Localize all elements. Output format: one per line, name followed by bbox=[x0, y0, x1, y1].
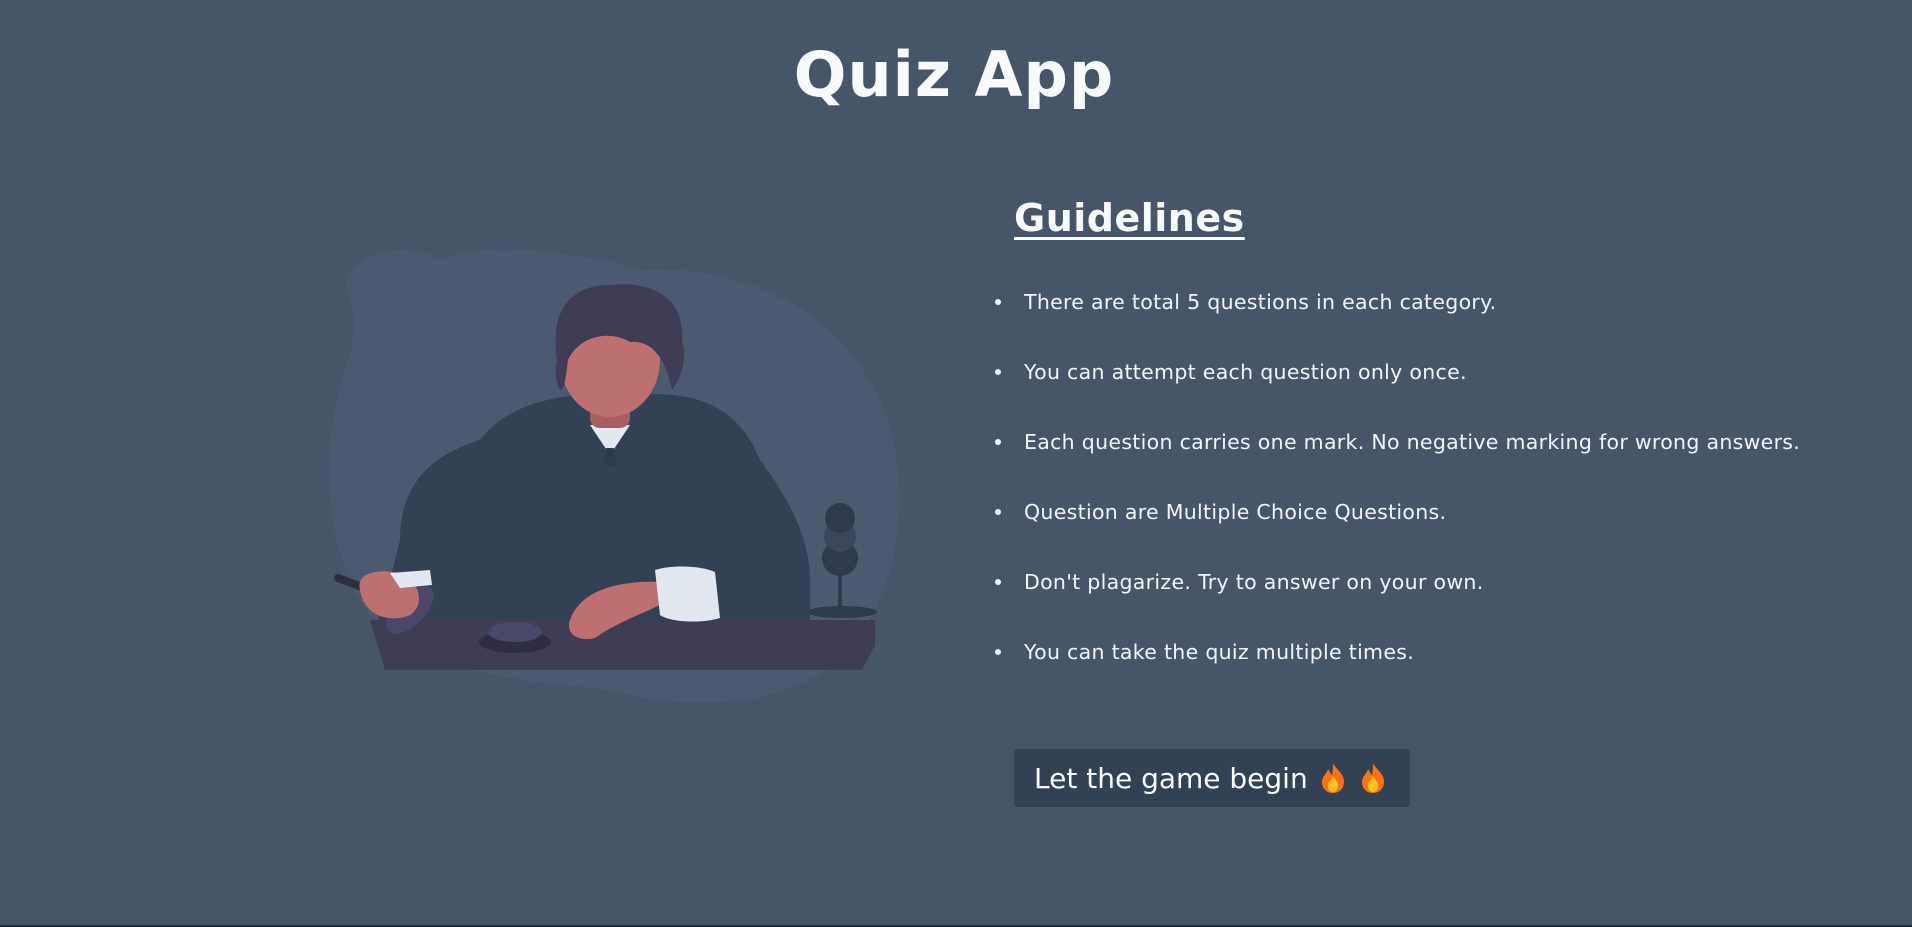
person-at-desk-illustration bbox=[310, 240, 910, 720]
bullet-icon bbox=[995, 299, 1001, 305]
bullet-icon bbox=[995, 439, 1001, 445]
rules-list: There are total 5 questions in each cate… bbox=[995, 284, 1834, 704]
start-quiz-button[interactable]: Let the game begin bbox=[1014, 749, 1410, 807]
rule-item: Don't plagarize. Try to answer on your o… bbox=[995, 564, 1834, 634]
rule-item: Question are Multiple Choice Questions. bbox=[995, 494, 1834, 564]
rule-item: You can take the quiz multiple times. bbox=[995, 634, 1834, 704]
fire-icon bbox=[1318, 761, 1348, 795]
bullet-icon bbox=[995, 509, 1001, 515]
rule-text: Question are Multiple Choice Questions. bbox=[1024, 500, 1447, 524]
guidelines-heading: Guidelines bbox=[1014, 196, 1245, 240]
guidelines-section: Guidelines There are total 5 questions i… bbox=[995, 196, 1834, 704]
rule-text: There are total 5 questions in each cate… bbox=[1024, 290, 1497, 314]
rule-item: Each question carries one mark. No negat… bbox=[995, 424, 1834, 494]
rule-item: There are total 5 questions in each cate… bbox=[995, 284, 1834, 354]
rule-text: You can take the quiz multiple times. bbox=[1024, 640, 1415, 664]
page-title: Quiz App bbox=[793, 38, 1115, 111]
bullet-icon bbox=[995, 579, 1001, 585]
bullet-icon bbox=[995, 649, 1001, 655]
rule-text: Don't plagarize. Try to answer on your o… bbox=[1024, 570, 1484, 594]
start-button-label: Let the game begin bbox=[1034, 761, 1308, 795]
bullet-icon bbox=[995, 369, 1001, 375]
rule-text: Each question carries one mark. No negat… bbox=[1024, 430, 1801, 454]
fire-icon bbox=[1358, 761, 1388, 795]
rule-text: You can attempt each question only once. bbox=[1024, 360, 1467, 384]
rule-item: You can attempt each question only once. bbox=[995, 354, 1834, 424]
